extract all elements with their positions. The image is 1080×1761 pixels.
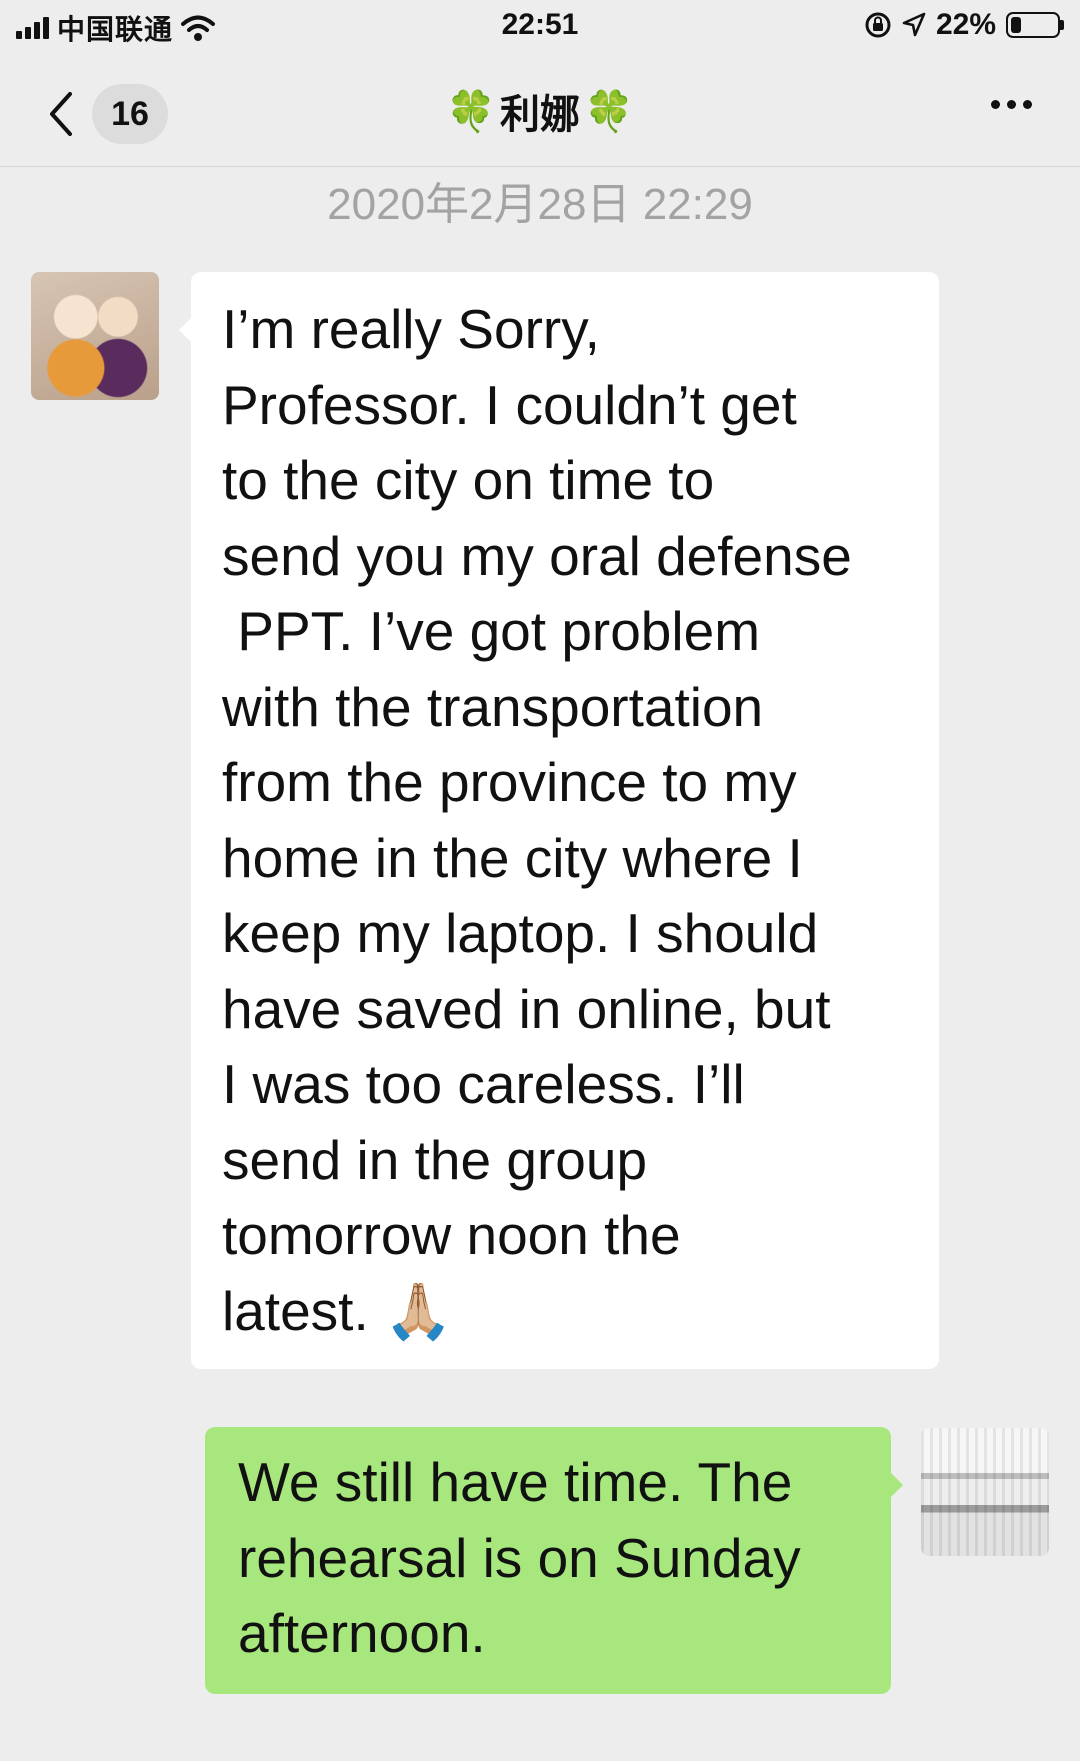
clover-icon: 🍀 bbox=[446, 89, 496, 134]
message-line: have saved in online, but bbox=[222, 977, 831, 1040]
message-line: with the transportation bbox=[222, 675, 764, 738]
message-line: tomorrow noon the bbox=[222, 1204, 681, 1266]
chat-title: 🍀 利娜 🍀 bbox=[0, 82, 1080, 140]
message-line: rehearsal is on Sunday bbox=[238, 1526, 801, 1589]
message-line: home in the city where I bbox=[222, 826, 803, 889]
message-line: Professor. I couldn’t get bbox=[222, 373, 797, 436]
battery-icon bbox=[1006, 12, 1064, 38]
nav-bar: 16 🍀 利娜 🍀 bbox=[0, 56, 1080, 167]
chat-title-name: 利娜 bbox=[500, 93, 580, 137]
status-right: 22% bbox=[864, 8, 1064, 42]
message-line: send you my oral defense bbox=[222, 524, 852, 587]
incoming-message-bubble[interactable]: I’m really Sorry, Professor. I couldn’t … bbox=[179, 272, 939, 1369]
more-dot bbox=[1023, 100, 1032, 109]
message-line: to the city on time to bbox=[222, 449, 715, 511]
rotation-lock-icon bbox=[865, 12, 891, 38]
battery-body bbox=[1006, 12, 1060, 38]
battery-percent: 22% bbox=[935, 8, 996, 41]
message-line: afternoon. bbox=[238, 1602, 486, 1664]
user-avatar[interactable] bbox=[921, 1428, 1049, 1556]
status-bar: 中国联通 22:51 22% bbox=[0, 0, 1080, 56]
message-line: from the province to my bbox=[222, 751, 797, 813]
message-line: I was too careless. I’ll bbox=[222, 1053, 745, 1115]
battery-fill bbox=[1011, 17, 1021, 33]
message-line: keep my laptop. I should bbox=[222, 902, 819, 964]
more-dot bbox=[1007, 100, 1016, 109]
battery-tip bbox=[1060, 20, 1064, 30]
message-line: PPT. I’ve got problem bbox=[222, 600, 761, 662]
more-options-button[interactable] bbox=[991, 100, 1032, 109]
message-line: send in the group bbox=[222, 1128, 648, 1191]
message-timestamp: 2020年2月28日 22:29 bbox=[327, 180, 753, 229]
more-dot bbox=[991, 100, 1000, 109]
message-line: latest. 🙏🏼 bbox=[222, 1279, 453, 1342]
message-line: We still have time. The bbox=[238, 1451, 793, 1513]
message-line: I’m really Sorry, bbox=[222, 298, 600, 360]
location-icon bbox=[902, 12, 926, 37]
outgoing-message-bubble[interactable]: We still have time. The rehearsal is on … bbox=[205, 1427, 903, 1694]
contact-avatar[interactable] bbox=[31, 272, 159, 400]
clover-icon: 🍀 bbox=[584, 89, 634, 134]
